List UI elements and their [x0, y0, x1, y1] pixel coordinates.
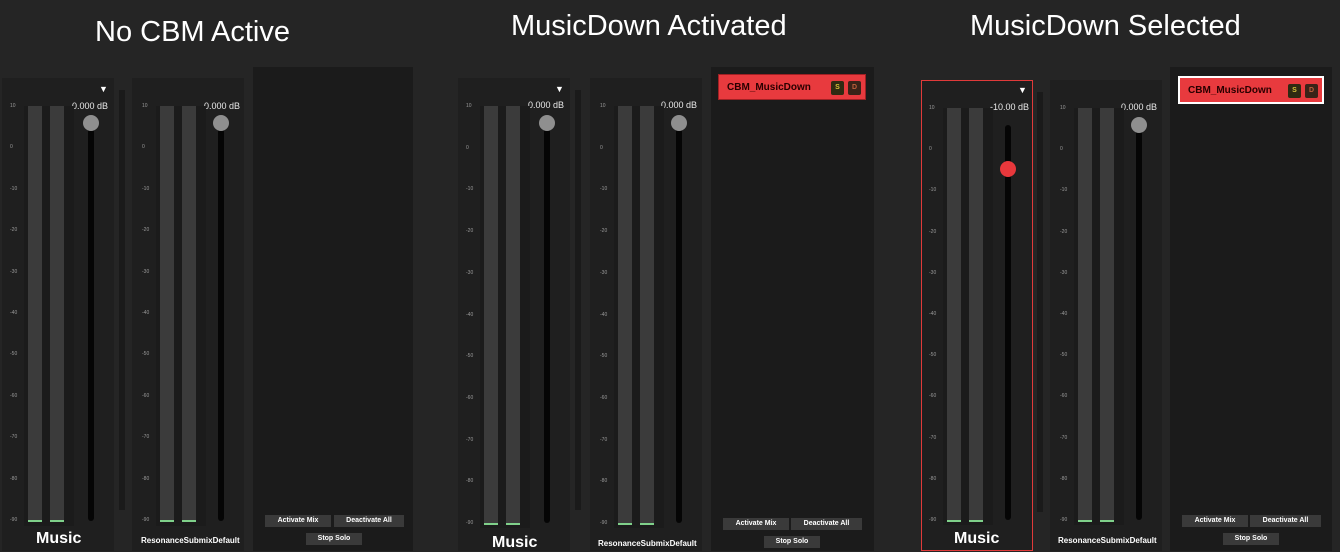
scale-tick-label: -10 [1060, 187, 1068, 194]
triangle-down-icon[interactable]: ▼ [1018, 85, 1027, 95]
fader-track[interactable] [1005, 125, 1011, 520]
strip-name: ResonanceSubmixDefault [1058, 536, 1157, 545]
cbm-item-label: CBM_MusicDown [1188, 85, 1272, 96]
scale-tick-label: -60 [1060, 393, 1068, 400]
strip-name: Music [954, 530, 1000, 547]
scale-tick-label: -80 [929, 475, 937, 482]
level-meter [943, 108, 993, 525]
meter-bar-left [1078, 108, 1092, 522]
scale-tick-label: 10 [929, 105, 935, 111]
scale-tick-label: -80 [1060, 475, 1068, 482]
meter-bar-right [1100, 108, 1114, 522]
strip-scrollbar[interactable] [1037, 92, 1043, 512]
solo-button[interactable]: S [1288, 84, 1301, 98]
scale-tick-label: -90 [1060, 517, 1068, 523]
scale-tick-label: -90 [929, 517, 937, 523]
channel-strip-resonance[interactable]: 0.000 dB ResonanceSubmixDefault 10 0 -10 -2… [1050, 80, 1162, 551]
fader-knob[interactable] [1131, 117, 1147, 133]
cbm-item[interactable]: CBM_MusicDown S D [1178, 76, 1324, 104]
meter-bar-left [947, 108, 961, 522]
scale-tick-label: -40 [1060, 311, 1068, 317]
scale-tick-label: 0 [1060, 146, 1063, 153]
scale-tick-label: -20 [1060, 228, 1068, 235]
scale-tick-label: -50 [1060, 352, 1068, 359]
deactivate-all-button[interactable]: Deactivate All [1250, 515, 1321, 527]
db-readout: -10.00 dB [990, 102, 1030, 112]
fader-track[interactable] [1136, 125, 1142, 520]
scale-tick-label: -70 [1060, 434, 1068, 441]
cbm-list-panel: CBM_MusicDown S D Activate Mix Deactivat… [1170, 67, 1332, 551]
channel-strip-music[interactable]: ▼ -10.00 dB Music 10 0 -10 -20 -30 -40 -50 -60 -… [921, 80, 1033, 551]
stop-solo-button[interactable]: Stop Solo [1223, 533, 1279, 545]
activate-mix-button[interactable]: Activate Mix [1182, 515, 1248, 527]
meter-bar-right [969, 108, 983, 522]
fader-knob[interactable] [1000, 160, 1016, 177]
scale-tick-label: 0 [929, 146, 932, 153]
db-readout: 0.000 dB [1121, 102, 1158, 112]
scale-tick-label: -40 [929, 311, 937, 317]
scale-tick-label: -70 [929, 434, 937, 441]
deactivate-button[interactable]: D [1305, 84, 1318, 98]
scale-tick-label: -60 [929, 393, 937, 400]
panel-title: MusicDown Selected [970, 10, 1241, 42]
scale-tick-label: -20 [929, 228, 937, 235]
panel-musicdown-selected: MusicDown Selected ▼ -10.00 dB Music 10 0… [0, 0, 1340, 551]
scale-tick-label: -10 [929, 187, 937, 194]
level-meter [1074, 108, 1124, 525]
scale-tick-label: -30 [1060, 269, 1068, 276]
scale-tick-label: -50 [929, 352, 937, 359]
scale-tick-label: 10 [1060, 105, 1066, 111]
scale-tick-label: -30 [929, 269, 937, 276]
